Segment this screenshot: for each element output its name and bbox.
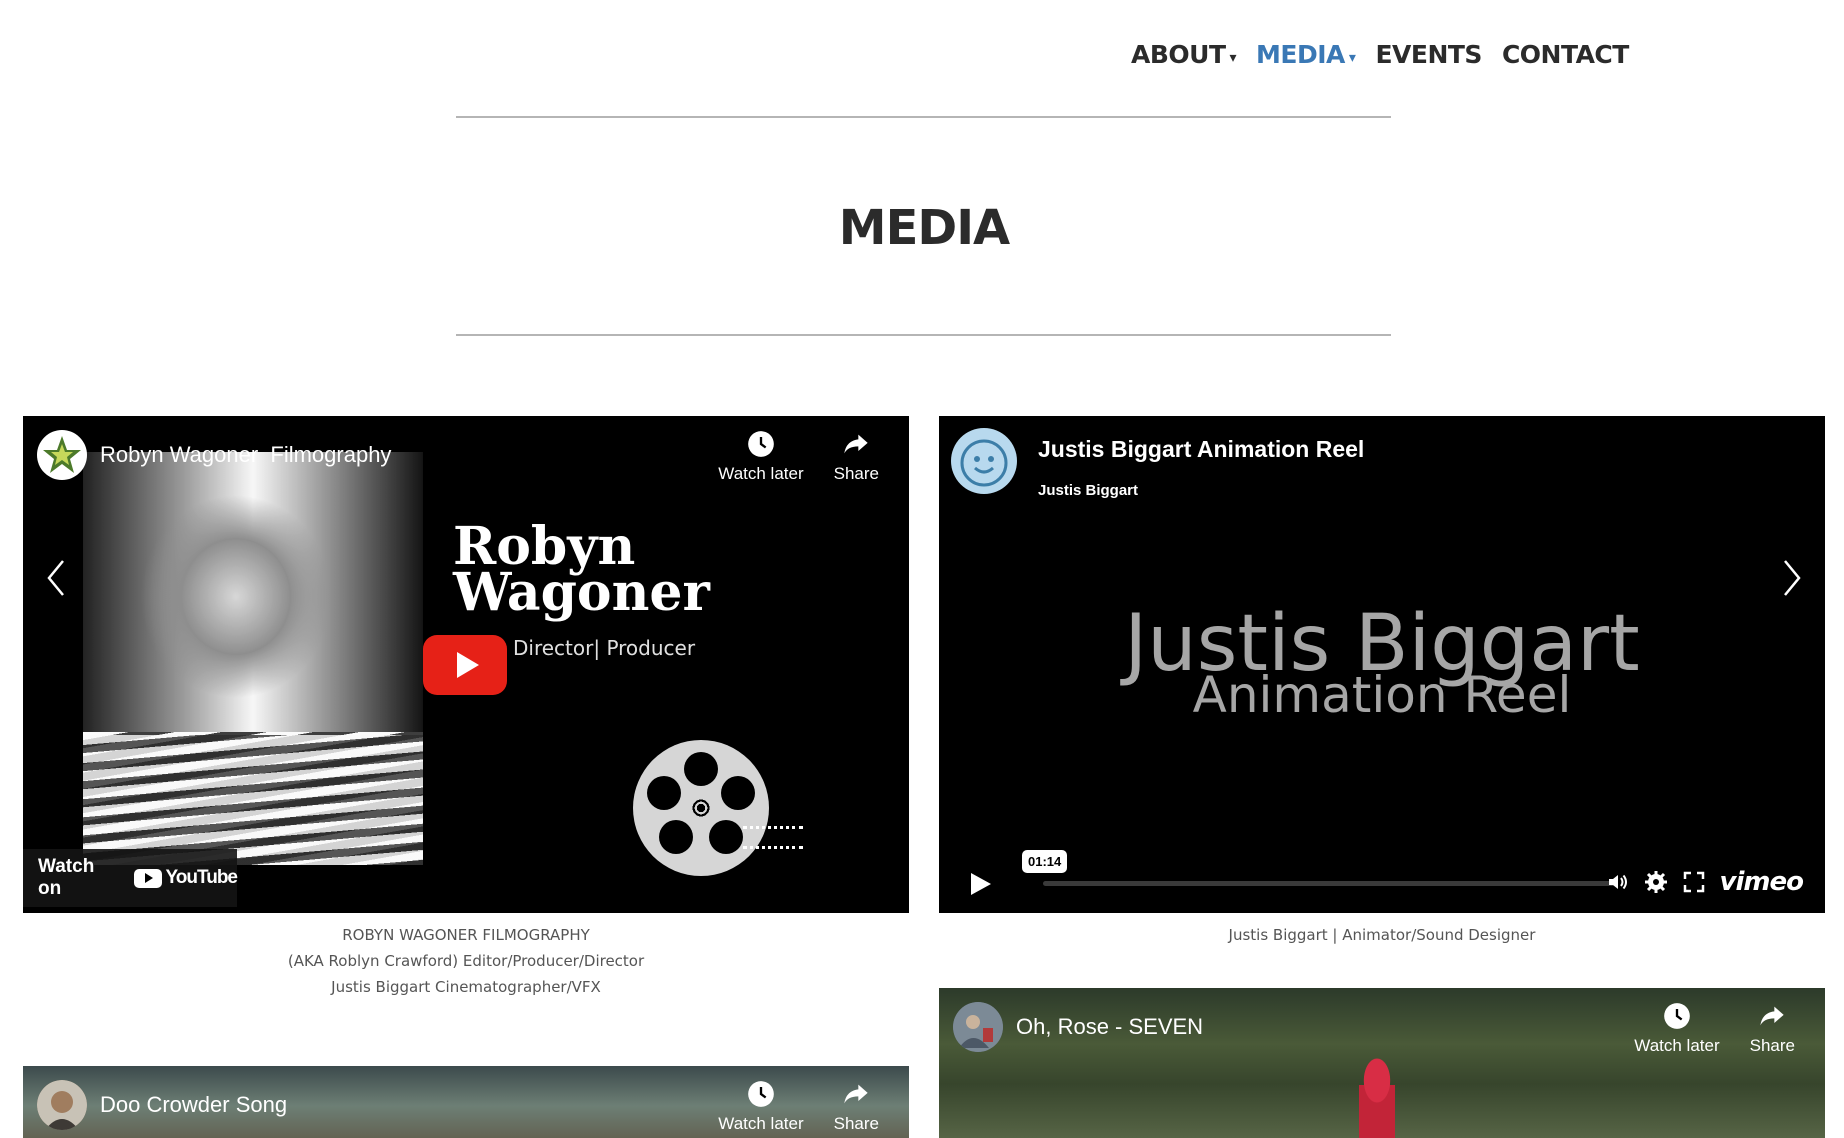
share-button[interactable]: Share [834, 1080, 879, 1134]
share-label: Share [1749, 1036, 1795, 1055]
share-label: Share [833, 464, 879, 483]
caret-down-icon: ▾ [1348, 49, 1356, 66]
video-author[interactable]: Justis Biggart [1038, 482, 1138, 499]
share-label: Share [833, 1114, 879, 1133]
nav-events-label: EVENTS [1375, 40, 1482, 69]
band-avatar-icon [953, 1002, 1003, 1052]
video-actions: Watch later Share [718, 1080, 879, 1134]
caption-line: (AKA Roblyn Crawford) Editor/Producer/Di… [287, 952, 645, 970]
youtube-video-doo-crowder[interactable]: Doo Crowder Song Watch later Share [23, 1066, 909, 1138]
channel-avatar[interactable] [37, 430, 87, 480]
page-title: MEDIA [0, 200, 1844, 256]
nav-events[interactable]: EVENTS [1375, 40, 1482, 69]
fullscreen-icon[interactable] [1682, 870, 1706, 894]
decorative-dots [743, 846, 803, 849]
smiley-avatar-icon [954, 431, 1014, 491]
video-thumbnail-figure [1359, 1058, 1395, 1138]
volume-icon[interactable] [1606, 870, 1630, 894]
player-controls: vimeo [1606, 867, 1804, 897]
share-arrow-icon [1760, 1006, 1784, 1026]
watch-later-button[interactable]: Watch later [1634, 1002, 1720, 1056]
chevron-right-icon[interactable] [1781, 558, 1803, 598]
watch-later-label: Watch later [718, 464, 804, 483]
video-title[interactable]: Justis Biggart Animation Reel [1038, 436, 1364, 463]
vimeo-video-justis-biggart[interactable]: Justis Biggart Animation Reel Justis Big… [939, 416, 1825, 913]
nav-media[interactable]: MEDIA ▾ [1256, 40, 1356, 69]
youtube-logo: YouTube [133, 867, 238, 889]
channel-avatar[interactable] [953, 1002, 1003, 1052]
overlay-name-last: Wagoner [453, 562, 710, 623]
caption-line: Justis Biggart | Animator/Sound Designer [1228, 926, 1536, 944]
video-title[interactable]: Oh, Rose - SEVEN [1016, 1014, 1203, 1040]
youtube-play-button[interactable] [423, 635, 507, 695]
clock-icon [748, 431, 774, 457]
nav-media-label: MEDIA [1256, 40, 1345, 69]
gear-icon[interactable] [1644, 870, 1668, 894]
share-arrow-icon [844, 434, 868, 454]
video-caption: Justis Biggart | Animator/Sound Designer [939, 922, 1825, 948]
divider-bottom [456, 334, 1391, 336]
share-button[interactable]: Share [1750, 1002, 1795, 1056]
channel-avatar[interactable] [37, 1080, 87, 1130]
caption-line: Justis Biggart Cinematographer/VFX [331, 978, 601, 996]
watch-later-label: Watch later [1634, 1036, 1720, 1055]
video-caption: ROBYN WAGONER FILMOGRAPHY (AKA Roblyn Cr… [23, 922, 909, 1000]
clock-icon [748, 1081, 774, 1107]
video-actions: Watch later Share [718, 430, 879, 484]
caption-line: ROBYN WAGONER FILMOGRAPHY [342, 926, 590, 944]
vimeo-logo[interactable]: vimeo [1720, 867, 1804, 897]
play-icon[interactable] [971, 873, 991, 895]
watch-on-youtube-button[interactable]: Watch on YouTube [23, 849, 238, 907]
chevron-left-icon[interactable] [45, 558, 67, 598]
overlay-name: Robyn Wagoner [453, 521, 710, 623]
share-button[interactable]: Share [834, 430, 879, 484]
video-actions: Watch later Share [1634, 1002, 1795, 1056]
divider-top [456, 116, 1391, 118]
page-title-text: MEDIA [838, 200, 1010, 256]
channel-avatar[interactable] [951, 428, 1017, 494]
youtube-play-icon [133, 868, 162, 888]
nav-about[interactable]: ABOUT ▾ [1131, 40, 1237, 69]
progress-bar[interactable] [1043, 881, 1615, 886]
clock-icon [1664, 1003, 1690, 1029]
caret-down-icon: ▾ [1229, 49, 1237, 66]
person-avatar-icon [37, 1080, 87, 1130]
youtube-video-oh-rose-seven[interactable]: Oh, Rose - SEVEN Watch later Share [939, 988, 1825, 1138]
watch-later-button[interactable]: Watch later [718, 1080, 804, 1134]
main-nav: ABOUT ▾ MEDIA ▾ EVENTS CONTACT [1131, 40, 1649, 69]
overlay-subtitle: Animation Reel [1192, 666, 1572, 724]
video-title[interactable]: Doo Crowder Song [100, 1092, 287, 1118]
time-tooltip: 01:14 [1022, 850, 1068, 873]
nav-contact[interactable]: CONTACT [1502, 40, 1629, 69]
decorative-dots [743, 826, 803, 829]
nav-contact-label: CONTACT [1501, 40, 1629, 69]
video-thumbnail-portrait [83, 452, 423, 865]
watch-on-label: Watch on [38, 856, 95, 899]
share-arrow-icon [844, 1084, 868, 1104]
video-title[interactable]: Robyn Wagoner Filmography [100, 442, 391, 468]
watch-later-label: Watch later [718, 1114, 804, 1133]
youtube-video-robyn-wagoner[interactable]: Robyn Wagoner Filmography Watch later Sh… [23, 416, 909, 913]
nav-about-label: ABOUT [1131, 40, 1226, 69]
overlay-subtitle: Director| Producer [513, 636, 696, 660]
youtube-logo-text: YouTube [165, 867, 238, 888]
film-reel-icon [633, 740, 769, 876]
star-logo-icon [38, 431, 86, 479]
watch-later-button[interactable]: Watch later [718, 430, 804, 484]
